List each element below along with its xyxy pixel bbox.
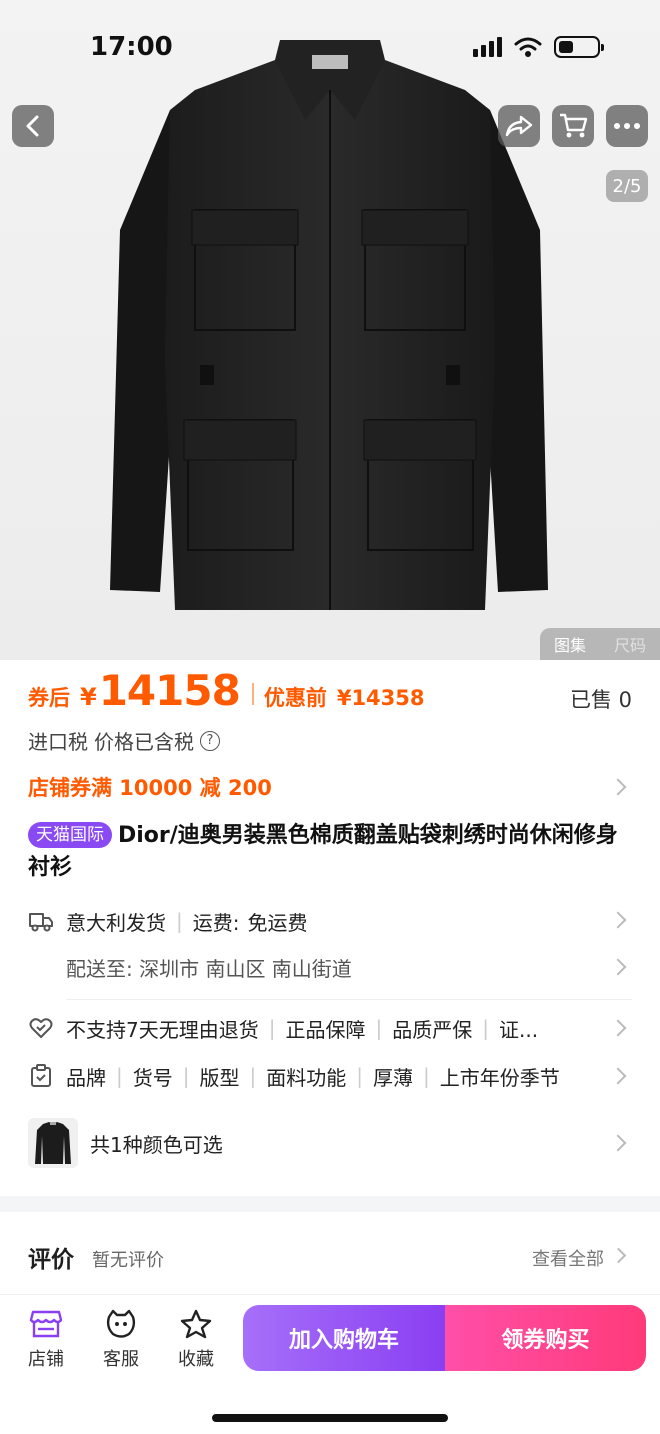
param-item: 货号 <box>132 1065 173 1090</box>
add-to-cart-button[interactable]: 加入购物车 <box>243 1305 445 1371</box>
cart-button[interactable] <box>552 105 594 147</box>
guarantee-item: 正品保障 <box>285 1017 366 1042</box>
shipping-fee-value: 免运费 <box>247 910 308 935</box>
price-after-coupon-label: 券后 <box>28 686 70 710</box>
price-before-label: 优惠前 <box>263 686 327 710</box>
home-indicator[interactable] <box>212 1414 448 1422</box>
tax-value: 价格已含税 <box>94 730 194 754</box>
guarantee-item: 证... <box>498 1017 539 1042</box>
tab-store-label: 店铺 <box>28 1349 64 1370</box>
status-bar: 17:00 <box>0 0 660 96</box>
more-dots-icon <box>614 123 640 129</box>
shield-heart-icon <box>28 1015 54 1041</box>
guarantee-item: 品质严保 <box>392 1017 473 1042</box>
image-page-indicator: 2/5 <box>606 170 648 202</box>
separator: | <box>116 1064 123 1088</box>
shop-coupon[interactable]: 店铺券满 10000 减 200 <box>28 772 272 802</box>
guarantee-item: 不支持7天无理由退货 <box>66 1017 259 1042</box>
tab-favorite-label: 收藏 <box>178 1349 214 1370</box>
share-button[interactable] <box>498 105 540 147</box>
product-image-black-shirt-jacket <box>110 40 548 610</box>
customer-service-icon <box>106 1309 136 1338</box>
chevron-right-icon <box>610 1247 627 1264</box>
tab-favorite[interactable]: 收藏 <box>166 1309 226 1371</box>
separator: | <box>423 1064 430 1088</box>
chevron-right-icon <box>609 778 627 796</box>
help-icon[interactable]: ? <box>200 730 220 751</box>
sold-count: 已售 0 <box>569 688 632 712</box>
tab-store[interactable]: 店铺 <box>16 1309 76 1371</box>
delivery-address-row[interactable]: 配送至: 深圳市 南山区 南山街道 <box>66 947 632 987</box>
back-button[interactable] <box>12 105 54 147</box>
separator: | <box>176 909 183 933</box>
chevron-left-icon <box>26 115 39 137</box>
separator: | <box>375 1016 383 1040</box>
view-all-reviews-link[interactable]: 查看全部 <box>532 1245 604 1271</box>
param-item: 版型 <box>199 1065 240 1090</box>
product-title-text: Dior/迪奥男装黑色棉质翻盖贴袋刺绣时尚休闲修身衬衫 <box>28 823 618 880</box>
param-item: 上市年份季节 <box>439 1065 560 1090</box>
separator: | <box>482 1016 489 1040</box>
star-icon <box>180 1309 212 1339</box>
wifi-icon <box>514 37 542 57</box>
gallery-tabs: 图集 尺码 <box>540 628 660 660</box>
color-variants-text: 共1种颜色可选 <box>90 1132 223 1157</box>
divider <box>66 999 632 1000</box>
guarantees-row[interactable]: 不支持7天无理由退货 | 正品保障 | 品质严保 | 证... <box>28 1008 632 1048</box>
coupon-buy-button[interactable]: 领券购买 <box>445 1305 646 1371</box>
separator: | <box>268 1016 276 1040</box>
color-variants-row[interactable]: 共1种颜色可选 <box>28 1117 632 1169</box>
reviews-section: 评价 暂无评价 查看全部 <box>0 1212 660 1294</box>
shipping-row[interactable]: 意大利发货 | 运费: 免运费 <box>28 901 632 941</box>
param-item: 面料功能 <box>266 1065 347 1090</box>
tab-gallery[interactable]: 图集 <box>554 632 586 656</box>
status-time: 17:00 <box>90 32 173 62</box>
price-before-value: ¥14358 <box>336 686 425 710</box>
reviews-title: 评价 <box>28 1247 74 1273</box>
status-icons <box>473 36 604 58</box>
tab-customer-service[interactable]: 客服 <box>91 1309 151 1371</box>
reviews-empty-text: 暂无评价 <box>92 1250 164 1271</box>
battery-icon <box>554 36 604 58</box>
product-image-gallery[interactable]: 17:00 2/5 图集 尺码 <box>0 0 660 660</box>
cart-icon <box>560 113 588 138</box>
tax-label: 进口税 <box>28 730 88 754</box>
ship-origin: 意大利发货 <box>66 910 166 935</box>
separator: | <box>182 1064 190 1088</box>
product-info-card: 券后 ¥ 14158 优惠前 ¥14358 已售 0 进口税 价格已含税 ? 店… <box>0 660 660 1196</box>
delivery-address: 配送至: 深圳市 南山区 南山街道 <box>66 956 352 981</box>
shipping-fee-label: 运费: <box>192 910 240 935</box>
tmall-global-badge: 天猫国际 <box>28 822 112 848</box>
bottom-action-bar: 店铺 客服 收藏 加入购物车 领券购买 <box>0 1294 660 1434</box>
tax-row[interactable]: 进口税 价格已含税 ? <box>28 726 220 755</box>
params-row[interactable]: 品牌 | 货号 | 版型 | 面料功能 | 厚薄 | 上市年份季节 <box>28 1056 632 1096</box>
tab-size[interactable]: 尺码 <box>614 632 646 656</box>
share-icon <box>505 115 533 137</box>
param-item: 品牌 <box>66 1065 106 1090</box>
tab-service-label: 客服 <box>103 1349 139 1370</box>
color-thumbnail[interactable] <box>28 1118 78 1168</box>
price-separator <box>251 683 254 705</box>
store-icon <box>29 1310 63 1338</box>
more-options-button[interactable] <box>606 105 648 147</box>
price-row: 券后 ¥ 14158 优惠前 ¥14358 <box>28 666 425 715</box>
product-title: 天猫国际 Dior/迪奥男装黑色棉质翻盖贴袋刺绣时尚休闲修身衬衫 <box>28 820 628 884</box>
clipboard-icon <box>28 1063 54 1089</box>
param-item: 厚薄 <box>373 1065 413 1090</box>
cellular-signal-icon <box>473 37 502 57</box>
currency-symbol: ¥ <box>80 683 97 711</box>
truck-icon <box>28 908 54 934</box>
price-value: 14158 <box>98 666 241 715</box>
separator: | <box>249 1064 257 1088</box>
separator: | <box>356 1064 363 1088</box>
